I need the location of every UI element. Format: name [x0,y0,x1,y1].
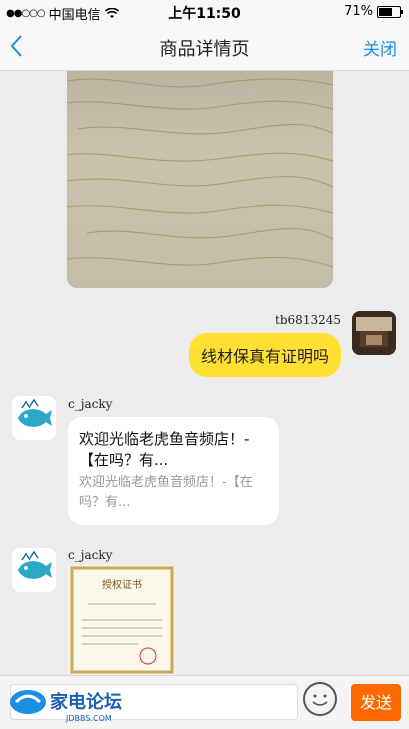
nav-bar: 商品详情页 关闭 [0,24,409,71]
watermark-sub: JDBBS.COM [65,714,112,723]
self-message-bubble[interactable]: 线材保真有证明吗 [188,333,341,377]
battery-fill [379,7,392,16]
smile-face-icon [312,694,328,706]
room-photo-icon [352,311,396,355]
watermark-logo: 家电论坛 JDBBS.COM [10,690,122,723]
card-subtitle: 欢迎光临老虎鱼音频店！-【在吗？有... [79,475,253,510]
certificate-image-message[interactable]: 授权证书 [68,564,176,675]
shop-avatar-2[interactable] [12,548,56,592]
status-bar: ●●○○○ 中国电信 上午11:50 71% [0,0,409,24]
shop-card-message[interactable]: 欢迎光临老虎鱼音频店！-【在吗？有... 欢迎光临老虎鱼音频店！-【在吗？有..… [68,417,279,525]
svg-text:授权证书: 授权证书 [102,578,142,591]
emoji-icon[interactable] [303,682,337,716]
battery-percent: 71% [344,4,373,19]
certificate-image: 授权证书 [70,566,174,674]
close-button[interactable]: 关闭 [363,35,397,60]
status-right: 71% [344,4,403,19]
fish-logo-icon [12,396,56,440]
battery-icon [377,5,403,18]
fish-logo-icon-2 [12,548,56,592]
chat-area[interactable]: tb6813245 线材保真有证明吗 c_jacky 欢迎光临老虎鱼音频店！-【… [0,71,409,675]
self-sender-name: tb6813245 [275,313,341,327]
wood-texture-image [67,78,333,268]
shop-sender-name-2: c_jacky [68,548,113,562]
send-button[interactable]: 发送 [351,684,401,721]
card-title: 欢迎光临老虎鱼音频店！-【在吗？有... [79,430,250,469]
image-message[interactable] [67,71,333,288]
shop-sender-name: c_jacky [68,397,113,411]
self-avatar[interactable] [352,311,396,355]
page-title: 商品详情页 [159,39,250,60]
watermark-text: 家电论坛 [50,691,122,713]
battery-tip [401,9,403,14]
shop-avatar[interactable] [12,396,56,440]
